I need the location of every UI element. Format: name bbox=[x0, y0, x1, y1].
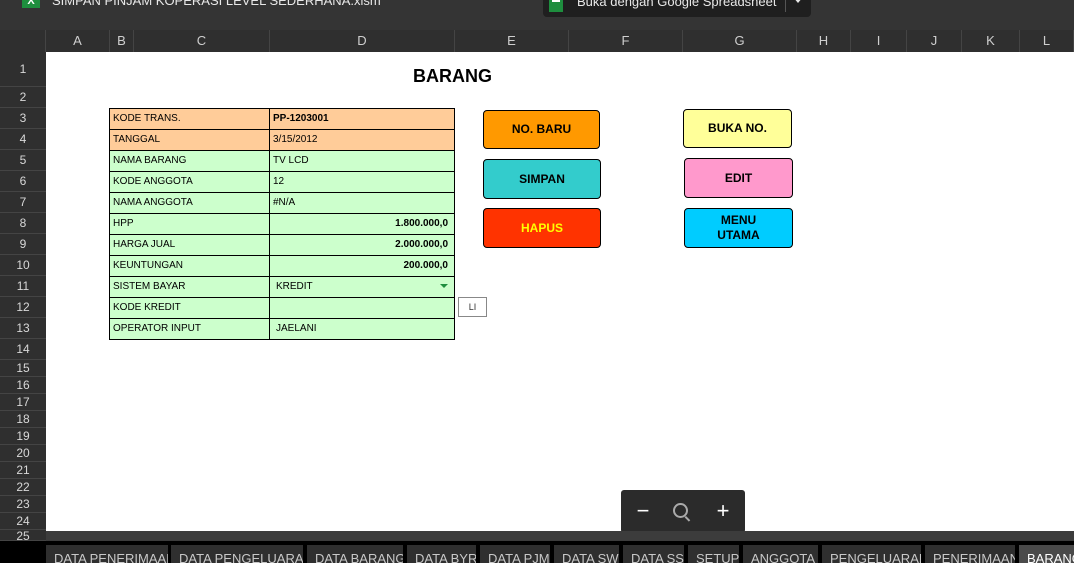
buka-no-button[interactable]: BUKA NO. bbox=[683, 109, 792, 148]
tab-barang[interactable]: BARANG bbox=[1019, 545, 1074, 563]
row-header-11[interactable]: 11 bbox=[0, 276, 46, 297]
label-hpp[interactable]: HPP bbox=[109, 213, 270, 235]
edit-button[interactable]: EDIT bbox=[684, 158, 793, 198]
google-sheets-icon bbox=[549, 0, 563, 12]
row-header-3[interactable]: 3 bbox=[0, 108, 46, 129]
row-header-22[interactable]: 22 bbox=[0, 479, 46, 496]
tab-data-pengeluaran[interactable]: DATA PENGELUARAN bbox=[171, 545, 303, 563]
row-header-9[interactable]: 9 bbox=[0, 234, 46, 255]
row-header-25[interactable]: 25 bbox=[0, 530, 46, 541]
row-header-8[interactable]: 8 bbox=[0, 213, 46, 234]
row-header-24[interactable]: 24 bbox=[0, 513, 46, 530]
column-header-k[interactable]: K bbox=[962, 30, 1020, 52]
menu-utama-button[interactable]: MENU UTAMA bbox=[684, 208, 793, 248]
row-header-12[interactable]: 12 bbox=[0, 297, 46, 318]
row-header-20[interactable]: 20 bbox=[0, 445, 46, 462]
select-all-corner[interactable] bbox=[0, 30, 46, 52]
label-operator-input[interactable]: OPERATOR INPUT bbox=[109, 318, 270, 340]
chevron-down-icon[interactable] bbox=[793, 0, 803, 3]
value-keuntungan[interactable]: 200.000,0 bbox=[269, 255, 455, 277]
viewer-top-bar: X SIMPAN PINJAM KOPERASI LEVEL SEDERHANA… bbox=[0, 0, 1074, 30]
column-header-d[interactable]: D bbox=[270, 30, 455, 52]
column-header-l[interactable]: L bbox=[1020, 30, 1074, 52]
row-header-19[interactable]: 19 bbox=[0, 428, 46, 445]
excel-file-icon: X bbox=[22, 0, 40, 8]
label-harga-jual[interactable]: HARGA JUAL bbox=[109, 234, 270, 256]
column-header-i[interactable]: I bbox=[851, 30, 907, 52]
column-header-a[interactable]: A bbox=[46, 30, 110, 52]
value-tanggal[interactable]: 3/15/2012 bbox=[269, 129, 455, 151]
value-nama-anggota[interactable]: #N/A bbox=[269, 192, 455, 214]
column-header-c[interactable]: C bbox=[134, 30, 270, 52]
small-lookup-box[interactable]: LI bbox=[458, 297, 487, 317]
tab-pengeluaran[interactable]: PENGELUARAN bbox=[822, 545, 921, 563]
value-nama-barang[interactable]: TV LCD bbox=[269, 150, 455, 172]
column-header-g[interactable]: G bbox=[683, 30, 797, 52]
tab-data-penerimaan[interactable]: DATA PENERIMAAN bbox=[46, 545, 168, 563]
label-kode-anggota[interactable]: KODE ANGGOTA bbox=[109, 171, 270, 193]
zoom-controls: − + bbox=[621, 490, 745, 533]
row-header-2[interactable]: 2 bbox=[0, 87, 46, 108]
row-header-16[interactable]: 16 bbox=[0, 377, 46, 394]
label-kode-kredit[interactable]: KODE KREDIT bbox=[109, 297, 270, 319]
file-name: SIMPAN PINJAM KOPERASI LEVEL SEDERHANA.x… bbox=[52, 0, 381, 8]
row-header-23[interactable]: 23 bbox=[0, 496, 46, 513]
label-keuntungan[interactable]: KEUNTUNGAN bbox=[109, 255, 270, 277]
no-baru-button[interactable]: NO. BARU bbox=[483, 110, 600, 149]
label-nama-anggota[interactable]: NAMA ANGGOTA bbox=[109, 192, 270, 214]
zoom-in-icon[interactable]: + bbox=[713, 500, 733, 522]
row-header-13[interactable]: 13 bbox=[0, 318, 46, 339]
column-header-e[interactable]: E bbox=[455, 30, 569, 52]
label-kode-trans[interactable]: KODE TRANS. bbox=[109, 108, 270, 130]
tab-data-pjm[interactable]: DATA PJM bbox=[480, 545, 550, 563]
row-header-21[interactable]: 21 bbox=[0, 462, 46, 479]
value-operator-input[interactable]: JAELANI bbox=[269, 318, 455, 340]
dropdown-arrow-icon[interactable] bbox=[440, 284, 448, 288]
label-sistem-bayar[interactable]: SISTEM BAYAR bbox=[109, 276, 270, 298]
button-separator bbox=[785, 0, 786, 12]
tab-data-sw[interactable]: DATA SW bbox=[554, 545, 619, 563]
sistem-bayar-value: KREDIT bbox=[276, 281, 313, 292]
zoom-out-icon[interactable]: − bbox=[633, 500, 653, 522]
value-kode-trans[interactable]: PP-1203001 bbox=[269, 108, 455, 130]
tab-data-byr[interactable]: DATA BYR bbox=[407, 545, 476, 563]
row-header-14[interactable]: 14 bbox=[0, 339, 46, 360]
label-tanggal[interactable]: TANGGAL bbox=[109, 129, 270, 151]
horizontal-scrollbar[interactable] bbox=[46, 531, 1074, 541]
row-header-17[interactable]: 17 bbox=[0, 394, 46, 411]
open-with-sheets-label: Buka dengan Google Spreadsheet bbox=[577, 0, 777, 9]
value-harga-jual[interactable]: 2.000.000,0 bbox=[269, 234, 455, 256]
row-header-7[interactable]: 7 bbox=[0, 192, 46, 213]
simpan-button[interactable]: SIMPAN bbox=[483, 159, 601, 199]
row-header-15[interactable]: 15 bbox=[0, 360, 46, 377]
column-header-f[interactable]: F bbox=[569, 30, 683, 52]
tab-setup[interactable]: SETUP bbox=[688, 545, 739, 563]
column-header-b[interactable]: B bbox=[110, 30, 134, 52]
value-kode-anggota[interactable]: 12 bbox=[269, 171, 455, 193]
row-header-6[interactable]: 6 bbox=[0, 171, 46, 192]
row-header-1[interactable]: 1 bbox=[0, 52, 46, 87]
column-header-h[interactable]: H bbox=[797, 30, 851, 52]
tab-penerimaan[interactable]: PENERIMAAN bbox=[925, 545, 1015, 563]
hapus-button[interactable]: HAPUS bbox=[483, 208, 601, 248]
tab-data-ss[interactable]: DATA SS bbox=[623, 545, 684, 563]
sistem-bayar-dropdown[interactable]: KREDIT bbox=[269, 276, 455, 298]
open-with-sheets-button[interactable]: Buka dengan Google Spreadsheet bbox=[543, 0, 811, 17]
row-header-4[interactable]: 4 bbox=[0, 129, 46, 150]
row-header-5[interactable]: 5 bbox=[0, 150, 46, 171]
tab-anggota[interactable]: ANGGOTA bbox=[743, 545, 818, 563]
zoom-reset-icon[interactable] bbox=[673, 503, 688, 518]
row-header-10[interactable]: 10 bbox=[0, 255, 46, 276]
value-kode-kredit[interactable] bbox=[269, 297, 455, 319]
value-hpp[interactable]: 1.800.000,0 bbox=[269, 213, 455, 235]
column-header-j[interactable]: J bbox=[907, 30, 962, 52]
sheet-tabs: DATA PENERIMAAN DATA PENGELUARAN DATA BA… bbox=[0, 541, 1074, 563]
sheet-title: BARANG bbox=[413, 66, 492, 86]
row-header-18[interactable]: 18 bbox=[0, 411, 46, 428]
tab-data-barang[interactable]: DATA BARANG bbox=[307, 545, 403, 563]
label-nama-barang[interactable]: NAMA BARANG bbox=[109, 150, 270, 172]
